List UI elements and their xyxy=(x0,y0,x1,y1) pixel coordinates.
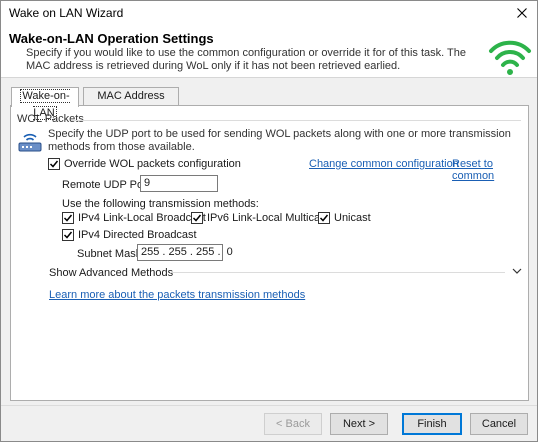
checkmark-icon xyxy=(63,214,73,222)
checkbox-label: IPv4 Link-Local Broadcast xyxy=(78,212,206,224)
checkbox-box[interactable] xyxy=(62,229,74,241)
ipv6-link-local-multicast-checkbox[interactable]: IPv6 Link-Local Multicast xyxy=(191,212,329,224)
ipv4-link-local-broadcast-checkbox[interactable]: IPv4 Link-Local Broadcast xyxy=(62,212,206,224)
wifi-icon xyxy=(489,40,531,75)
checkbox-box[interactable] xyxy=(48,158,60,170)
learn-more-link[interactable]: Learn more about the packets transmissio… xyxy=(49,289,305,301)
change-common-configuration-link[interactable]: Change common configuration xyxy=(309,158,459,170)
checkbox-label: Override WOL packets configuration xyxy=(64,158,241,170)
advanced-divider xyxy=(170,272,505,273)
checkmark-icon xyxy=(192,214,202,222)
tab-mac-address-scan[interactable]: MAC Address Scan xyxy=(83,87,179,119)
wizard-header: Wake-on-LAN Operation Settings Specify i… xyxy=(1,25,537,77)
title-bar: Wake on LAN Wizard xyxy=(1,1,537,25)
wizard-window: Wake on LAN Wizard Wake-on-LAN Operation… xyxy=(0,0,538,442)
checkbox-label: Unicast xyxy=(334,212,371,224)
router-icon xyxy=(18,133,42,152)
page-title: Wake-on-LAN Operation Settings xyxy=(9,31,214,46)
chevron-down-icon[interactable] xyxy=(511,266,523,276)
ipv4-directed-broadcast-checkbox[interactable]: IPv4 Directed Broadcast xyxy=(62,229,197,241)
back-button[interactable]: < Back xyxy=(264,413,322,435)
close-button[interactable] xyxy=(507,1,537,25)
checkmark-icon xyxy=(49,160,59,168)
cancel-button[interactable]: Cancel xyxy=(470,413,528,435)
checkbox-box[interactable] xyxy=(318,212,330,224)
tab-panel-wake-on-lan: WOL Packets Specify the UDP port to be u… xyxy=(10,105,529,401)
page-description: Specify if you would like to use the com… xyxy=(26,47,467,72)
header-divider xyxy=(1,77,537,78)
subnet-mask-input[interactable]: 255 . 255 . 255 . 0 xyxy=(137,244,233,261)
group-divider xyxy=(71,120,521,121)
window-title: Wake on LAN Wizard xyxy=(9,6,124,20)
checkbox-label: IPv6 Link-Local Multicast xyxy=(207,212,329,224)
show-advanced-methods-toggle[interactable]: Show Advanced Methods xyxy=(49,267,173,279)
close-icon xyxy=(517,8,527,18)
checkbox-label: IPv4 Directed Broadcast xyxy=(78,229,197,241)
checkbox-box[interactable] xyxy=(62,212,74,224)
reset-to-common-link[interactable]: Reset to common xyxy=(452,158,528,182)
udp-port-input[interactable]: 9 xyxy=(140,175,218,192)
override-checkbox[interactable]: Override WOL packets configuration xyxy=(48,158,241,170)
methods-label: Use the following transmission methods: xyxy=(62,198,259,210)
wol-description: Specify the UDP port to be used for send… xyxy=(48,128,511,153)
finish-button[interactable]: Finish xyxy=(402,413,462,435)
tab-wake-on-lan[interactable]: Wake-on-LAN xyxy=(11,87,79,120)
footer-divider xyxy=(1,405,537,406)
checkbox-box[interactable] xyxy=(191,212,203,224)
subnet-mask-label: Subnet Mask: xyxy=(77,248,145,260)
next-button[interactable]: Next > xyxy=(330,413,388,435)
unicast-checkbox[interactable]: Unicast xyxy=(318,212,371,224)
checkmark-icon xyxy=(63,231,73,239)
checkmark-icon xyxy=(319,214,329,222)
